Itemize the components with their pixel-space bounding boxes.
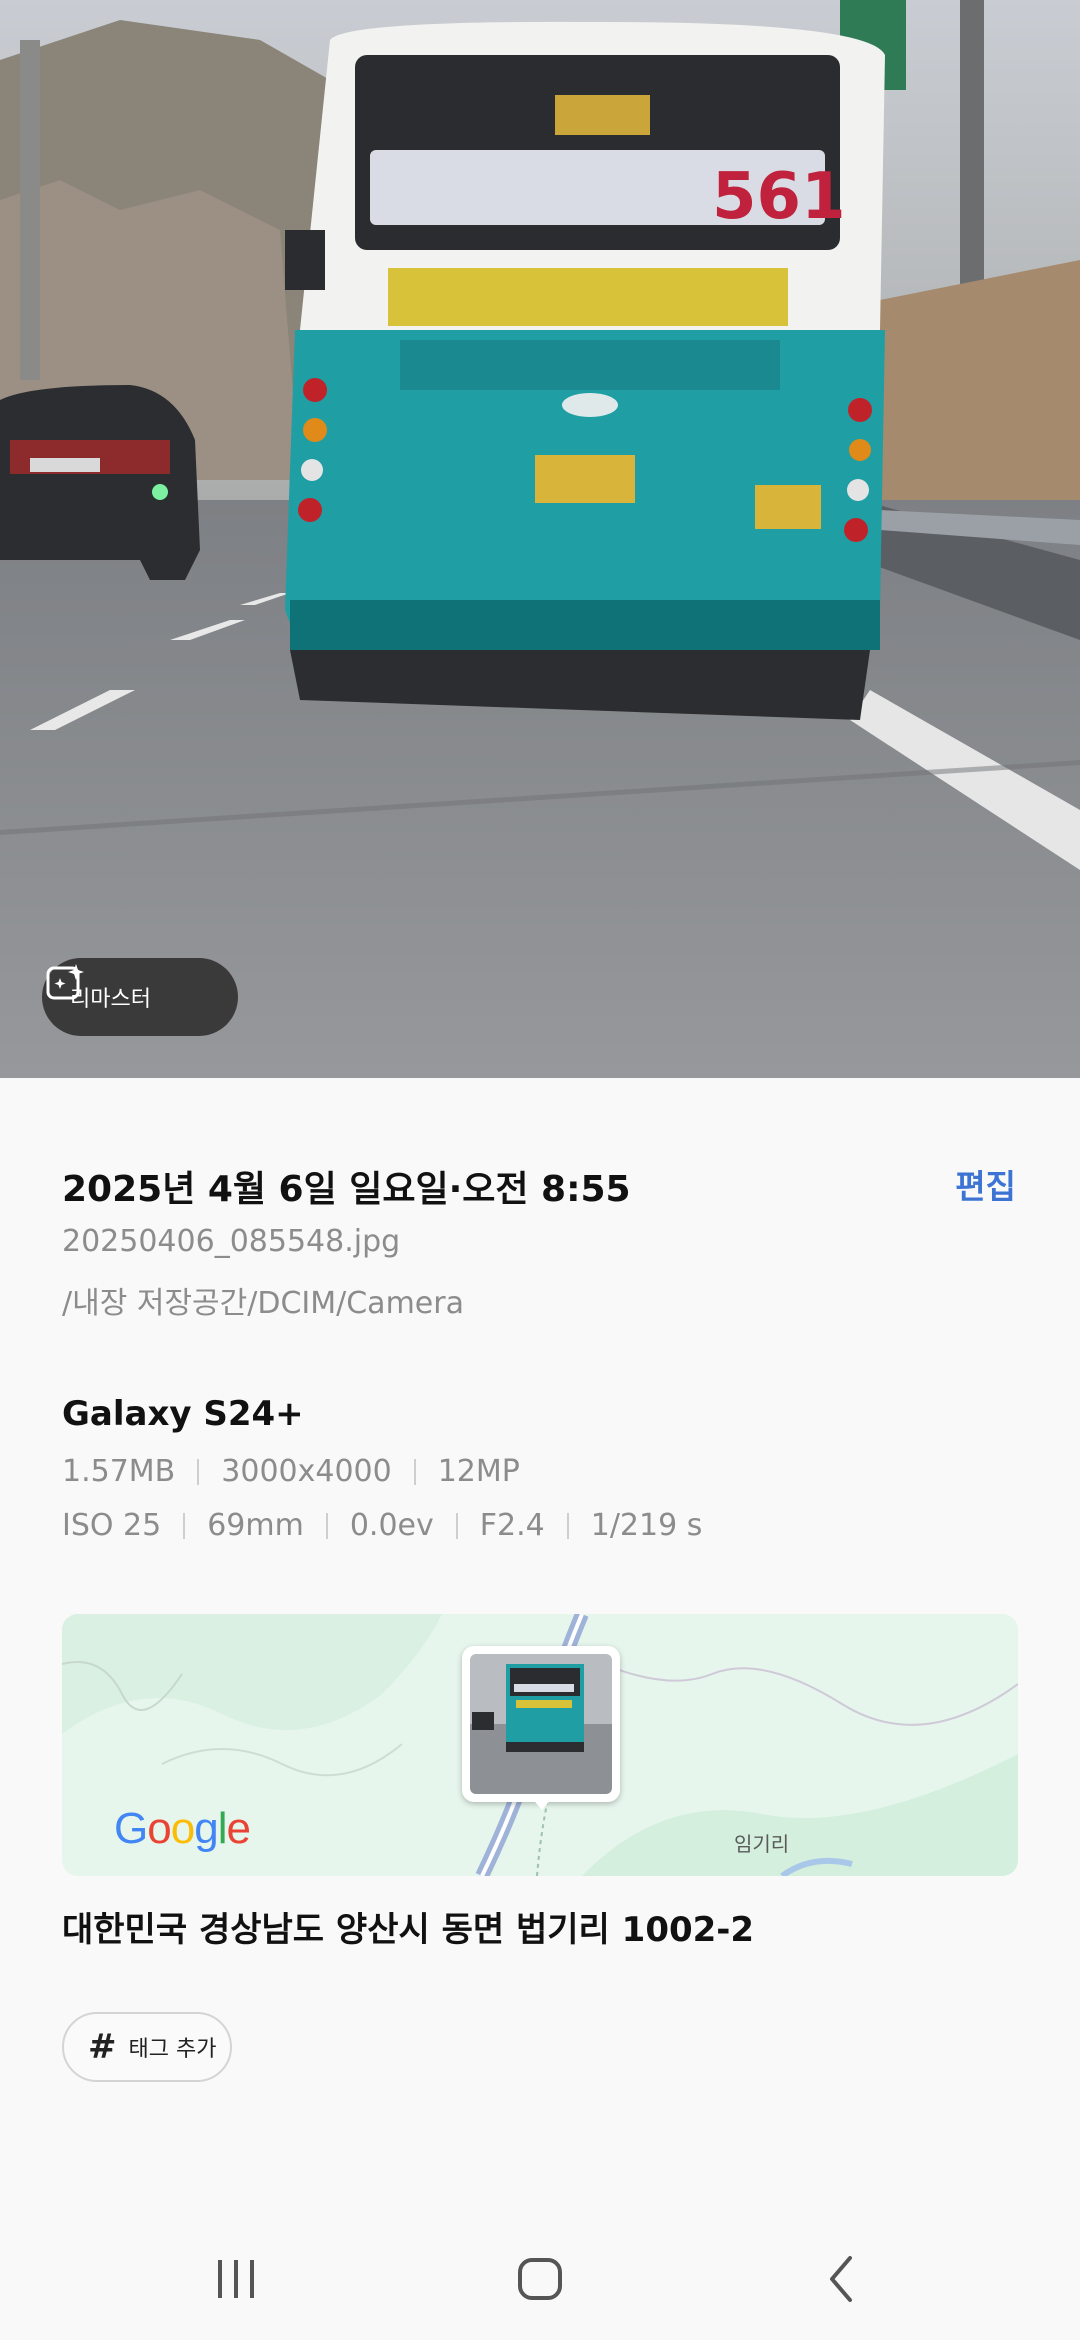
file-specs: 1.57MB 3000x4000 12MP bbox=[62, 1454, 520, 1489]
remaster-button[interactable]: 리마스터 bbox=[42, 958, 238, 1036]
map-pin-tail bbox=[530, 1796, 554, 1810]
home-button[interactable] bbox=[500, 2250, 580, 2310]
map-place-label: 임기리 bbox=[734, 1832, 790, 1856]
shutter-speed: 1/219 s bbox=[590, 1508, 703, 1543]
edit-button[interactable]: 편집 bbox=[955, 1160, 1016, 1208]
recent-apps-button[interactable] bbox=[196, 2250, 276, 2310]
date-time: 2025년 4월 6일 일요일·오전 8:55 bbox=[62, 1169, 631, 1210]
focal-length: 69mm bbox=[207, 1508, 304, 1543]
file-path: /내장 저장공간/DCIM/Camera bbox=[62, 1286, 464, 1321]
divider bbox=[325, 1512, 328, 1539]
back-button[interactable] bbox=[802, 2250, 882, 2310]
recent-apps-icon bbox=[218, 2260, 254, 2298]
add-tag-button[interactable]: # 태그 추가 bbox=[62, 2012, 232, 2082]
bus-route-text: 561 bbox=[712, 160, 846, 234]
resolution: 3000x4000 bbox=[221, 1454, 392, 1489]
divider bbox=[566, 1512, 569, 1539]
aperture: F2.4 bbox=[479, 1508, 545, 1543]
map-photo-pin[interactable] bbox=[462, 1646, 620, 1810]
divider bbox=[455, 1512, 458, 1539]
exposure-value: 0.0ev bbox=[349, 1508, 434, 1543]
divider bbox=[413, 1458, 416, 1485]
divider bbox=[183, 1512, 186, 1539]
hashtag-icon: # bbox=[88, 2027, 117, 2067]
divider bbox=[197, 1458, 200, 1485]
system-navigation-bar bbox=[0, 2220, 1080, 2340]
file-size: 1.57MB bbox=[62, 1454, 176, 1489]
remaster-sparkle-icon bbox=[46, 964, 84, 1000]
google-logo: Google bbox=[114, 1804, 251, 1853]
file-name: 20250406_085548.jpg bbox=[62, 1224, 401, 1259]
location-address[interactable]: 대한민국 경상남도 양산시 동면 법기리 1002-2 bbox=[62, 1902, 754, 1951]
location-map[interactable]: Google 임기리 bbox=[62, 1614, 1018, 1876]
megapixels: 12MP bbox=[437, 1454, 520, 1489]
iso: ISO 25 bbox=[62, 1508, 162, 1543]
camera-specs: ISO 25 69mm 0.0ev F2.4 1/219 s bbox=[62, 1508, 702, 1543]
photo-viewer[interactable]: 561 리마스터 bbox=[0, 0, 1080, 1078]
map-thumbnail-image bbox=[470, 1654, 612, 1794]
bus-photo: 561 bbox=[0, 0, 1080, 1078]
home-icon bbox=[518, 2258, 562, 2300]
photo-details-panel: 2025년 4월 6일 일요일·오전 8:55 편집 20250406_0855… bbox=[0, 1078, 1080, 2248]
back-icon bbox=[830, 2256, 852, 2302]
device-name: Galaxy S24+ bbox=[62, 1394, 304, 1434]
add-tag-label: 태그 추가 bbox=[128, 2037, 217, 2062]
